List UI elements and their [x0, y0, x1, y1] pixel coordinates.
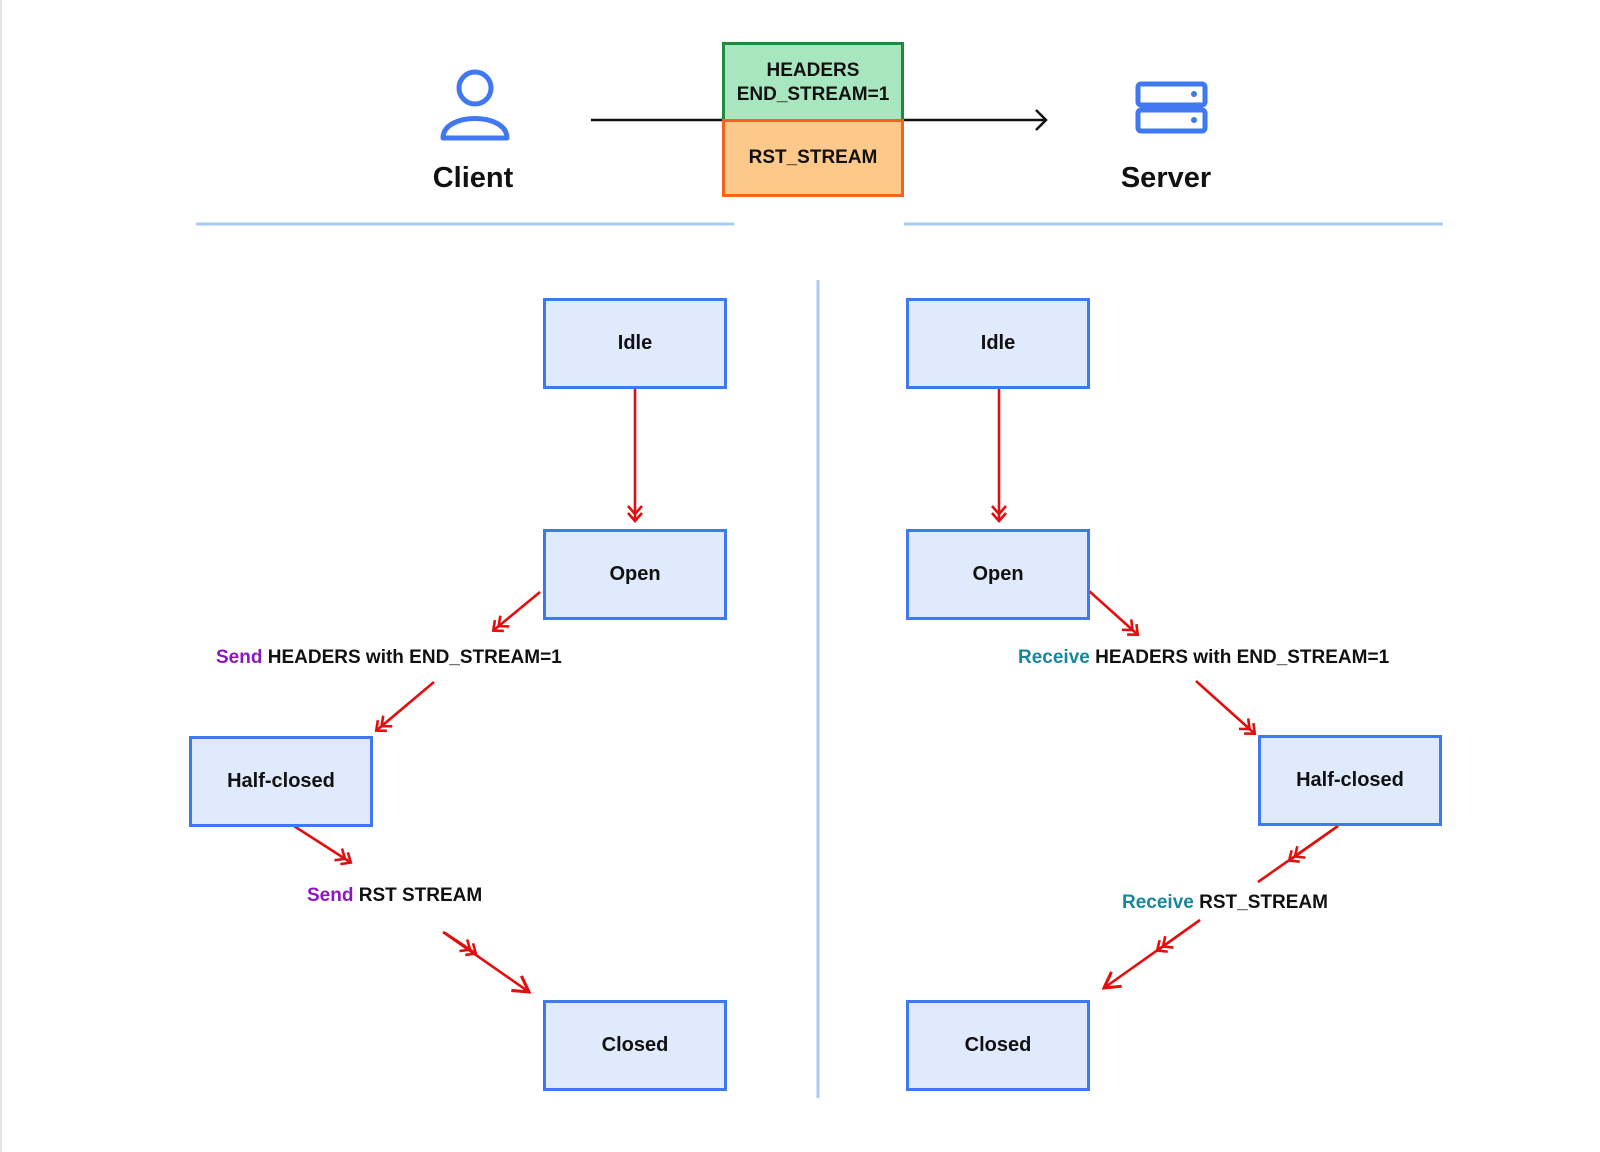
client-state-open: Open: [543, 529, 727, 620]
client-state-idle: Idle: [543, 298, 727, 389]
client-state-half-closed: Half-closed: [189, 736, 373, 827]
server-transition-label-2: Receive RST_STREAM: [1122, 892, 1328, 914]
transition-text: RST STREAM: [358, 885, 483, 906]
client-arrow-mid-marker: [444, 931, 478, 957]
client-transition-label-1: Send HEADERS with END_STREAM=1: [216, 647, 562, 669]
headers-frame-line-1: HEADERS: [766, 59, 860, 81]
transition-verb: Receive: [1018, 647, 1090, 668]
transition-verb: Send: [307, 885, 354, 906]
client-label: Client: [432, 162, 514, 194]
server-arrow-label-halfclosed: [1195, 680, 1257, 735]
client-transition-label-2: Send RST STREAM: [307, 885, 482, 907]
transition-text: RST_STREAM: [1199, 892, 1328, 913]
client-arrow-halfclosed-label: [293, 824, 353, 866]
server-transition-label-1: Receive HEADERS with END_STREAM=1: [1018, 647, 1389, 669]
server-led-icon: [1191, 117, 1197, 123]
transition-verb: Send: [216, 647, 263, 668]
transition-text: HEADERS with END_STREAM=1: [267, 647, 562, 668]
server-label: Server: [1120, 162, 1212, 194]
server-state-idle: Idle: [906, 298, 1090, 389]
server-arrow-open-label: [1087, 589, 1140, 636]
transition-verb: Receive: [1122, 892, 1194, 913]
server-state-closed: Closed: [906, 1000, 1090, 1091]
client-state-closed: Closed: [543, 1000, 727, 1091]
user-icon: [440, 69, 510, 141]
server-arrow-marker-1: [1287, 824, 1339, 863]
headers-frame: HEADERS END_STREAM=1: [722, 42, 904, 120]
client-arrow-open-label: [491, 590, 541, 633]
transition-text: HEADERS with END_STREAM=1: [1095, 647, 1390, 668]
rst-stream-frame-label: RST_STREAM: [748, 147, 878, 168]
server-state-half-closed: Half-closed: [1258, 735, 1442, 826]
rst-stream-frame: RST_STREAM: [722, 119, 904, 197]
headers-frame-line-2: END_STREAM=1: [736, 83, 890, 105]
client-arrow-label-halfclosed: [374, 681, 435, 733]
server-arrow-marker-2: [1155, 918, 1201, 953]
server-led-icon: [1191, 91, 1197, 97]
server-state-open: Open: [906, 529, 1090, 620]
server-icon: [1135, 81, 1208, 134]
